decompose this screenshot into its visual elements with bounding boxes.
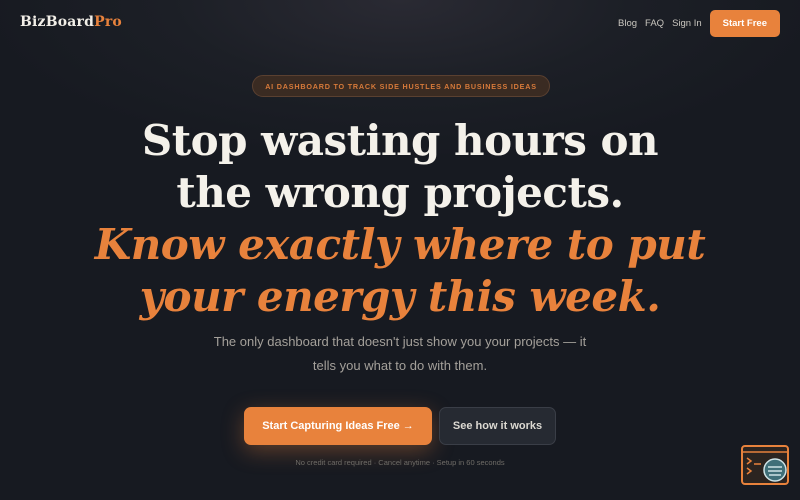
fine-print: No credit card required · Cancel anytime…: [295, 458, 505, 467]
top-navigation: BizBoardPro Blog FAQ Sign In Start Free: [0, 0, 800, 46]
nav-links: Blog FAQ Sign In Start Free: [618, 10, 780, 37]
nav-link-sign-in[interactable]: Sign In: [672, 18, 702, 29]
hero-headline: Stop wasting hours on the wrong projects…: [0, 115, 800, 323]
hero-tagline-pill: AI DASHBOARD TO TRACK SIDE HUSTLES AND B…: [252, 75, 550, 97]
see-how-it-works-button[interactable]: See how it works: [439, 407, 556, 445]
nav-link-faq[interactable]: FAQ: [645, 18, 664, 29]
hero-subtitle: The only dashboard that doesn't just sho…: [200, 330, 600, 378]
subtitle-line-1: The only dashboard that doesn't just sho…: [213, 334, 587, 349]
headline-accent-line-1: Know exactly where to put: [94, 220, 706, 269]
start-capturing-ideas-button[interactable]: Start Capturing Ideas Free →: [244, 407, 432, 445]
headline-line-1: Stop wasting hours on: [141, 116, 659, 165]
subtitle-line-2: tells you what to do with them.: [312, 358, 488, 373]
terminal-chat-widget-icon[interactable]: [741, 445, 789, 485]
nav-link-blog[interactable]: Blog: [618, 18, 637, 29]
brand-logo[interactable]: BizBoardPro: [20, 14, 122, 30]
logo-accent-text: Pro: [94, 14, 122, 30]
logo-main-text: BizBoard: [20, 14, 95, 30]
headline-line-2: the wrong projects.: [176, 168, 624, 217]
start-free-button[interactable]: Start Free: [709, 10, 780, 37]
headline-accent-line-2: your energy this week.: [139, 272, 661, 321]
